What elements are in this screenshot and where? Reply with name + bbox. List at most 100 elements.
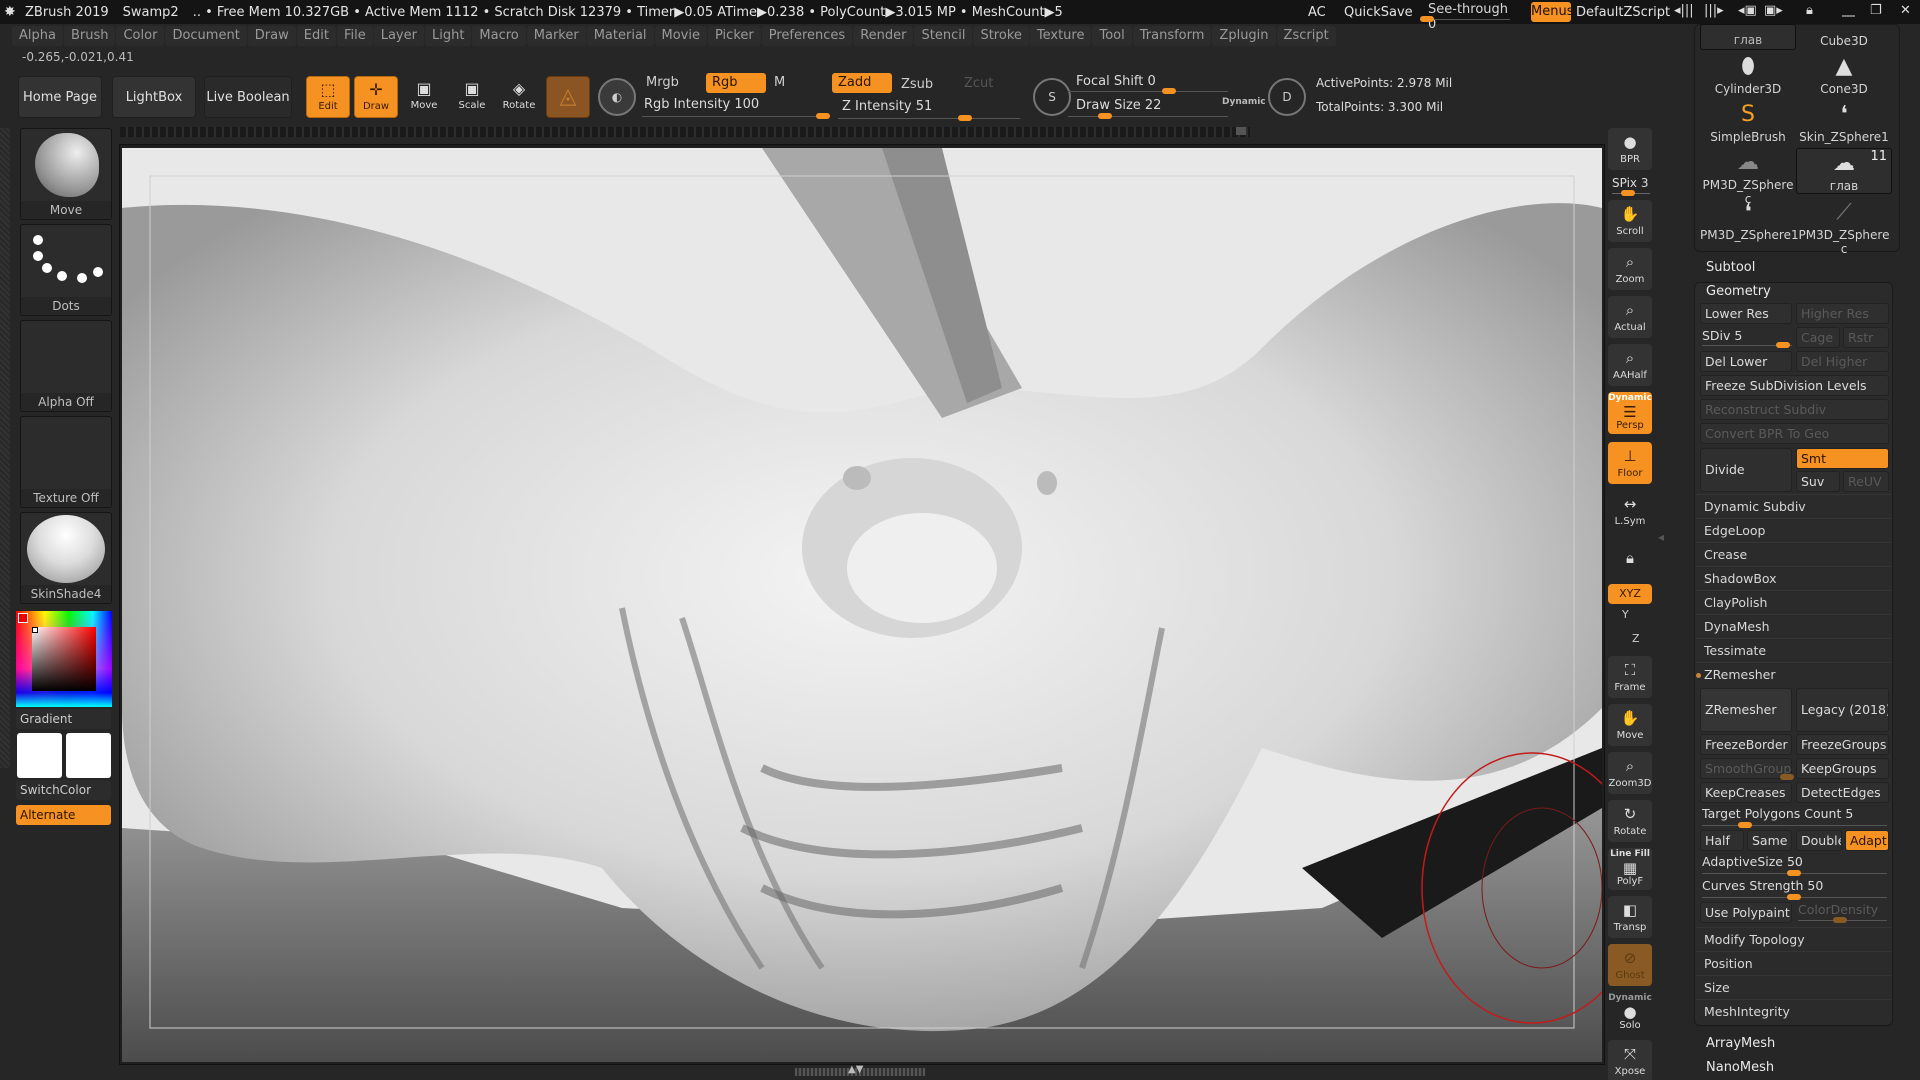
lower-res-button[interactable]: Lower Res [1700, 303, 1792, 324]
menu-stencil[interactable]: Stencil [914, 26, 973, 46]
see-through-knob[interactable] [1420, 16, 1434, 22]
alpha-selector[interactable]: Alpha Off [20, 320, 112, 412]
actual-button[interactable]: ⌕ Actual [1608, 296, 1652, 338]
focal-shift-knob[interactable] [1162, 88, 1176, 94]
suv-toggle[interactable]: Suv [1796, 471, 1840, 492]
solo-button[interactable]: Dynamic ● Solo [1608, 992, 1652, 1034]
canvas-viewport[interactable] [122, 148, 1602, 1062]
menu-marker[interactable]: Marker [526, 26, 586, 46]
freeze-groups-button[interactable]: FreezeGroups [1796, 734, 1889, 755]
frame-button[interactable]: ⛶ Frame [1608, 656, 1652, 698]
smooth-groups-knob[interactable] [1780, 774, 1794, 780]
quicksave-button[interactable]: QuickSave [1344, 0, 1413, 24]
zsub-button[interactable]: Zsub [895, 75, 955, 95]
left-tray-handle[interactable] [0, 128, 10, 768]
menu-macro[interactable]: Macro [472, 26, 526, 46]
keep-groups-button[interactable]: KeepGroups [1796, 758, 1889, 779]
rotate-view-button[interactable]: ↻ Rotate [1608, 800, 1652, 842]
menu-brush[interactable]: Brush [63, 26, 116, 46]
default-zscript-button[interactable]: DefaultZScript [1576, 0, 1670, 24]
tool-item[interactable]: S SimpleBrush [1700, 100, 1796, 146]
menus-toggle-button[interactable]: Menus [1531, 2, 1573, 22]
menu-layer[interactable]: Layer [373, 26, 424, 46]
hue-marker[interactable] [18, 613, 28, 623]
tool-item[interactable]: ⟋ PM3D_ZSphere c [1796, 198, 1892, 256]
target-polygons-track[interactable] [1702, 825, 1887, 826]
tool-item[interactable]: ☁ PM3D_ZSphere c [1700, 148, 1796, 206]
rgb-intensity-track[interactable] [642, 116, 830, 117]
m-button[interactable]: M [768, 73, 828, 93]
rotate-z-button[interactable]: Z [1632, 632, 1640, 645]
smt-toggle[interactable]: Smt [1796, 448, 1889, 469]
freeze-subdiv-button[interactable]: Freeze SubDivision Levels [1700, 375, 1889, 396]
tool-item[interactable]: глав [1700, 24, 1796, 50]
zoom3d-button[interactable]: ⌕ Zoom3D [1608, 752, 1652, 794]
dynamic-subdiv-section[interactable]: Dynamic Subdiv [1696, 494, 1891, 518]
menu-edit[interactable]: Edit [296, 26, 336, 46]
gizmo-toggle-button[interactable]: ◬ [546, 76, 590, 118]
menu-transform[interactable]: Transform [1132, 26, 1212, 46]
same-button[interactable]: Same [1747, 830, 1792, 851]
edgeloop-section[interactable]: EdgeLoop [1696, 518, 1891, 542]
freeze-border-button[interactable]: FreezeBorder [1700, 734, 1792, 755]
ruler-end-handle[interactable] [1236, 127, 1246, 135]
rotate-mode-button[interactable]: ◈ Rotate [497, 76, 541, 118]
reuv-toggle[interactable]: ReUV [1843, 471, 1889, 492]
close-icon[interactable]: ✕ [1900, 3, 1911, 18]
rstr-button[interactable]: Rstr [1843, 327, 1889, 348]
claypolish-section[interactable]: ClayPolish [1696, 590, 1891, 614]
rgb-intensity-knob[interactable] [816, 113, 830, 119]
menu-zscript[interactable]: Zscript [1276, 26, 1336, 46]
divide-button[interactable]: Divide [1700, 448, 1792, 492]
edit-mode-button[interactable]: ⬚ Edit [306, 76, 350, 118]
shelf-left-icon[interactable]: ◂||| [1674, 3, 1694, 18]
shadowbox-section[interactable]: ShadowBox [1696, 566, 1891, 590]
half-button[interactable]: Half [1700, 830, 1744, 851]
modify-topology-section[interactable]: Modify Topology [1696, 927, 1891, 951]
lazy-mouse-d-icon[interactable]: D [1268, 78, 1306, 116]
tray-arrows-icon[interactable]: ▲▼ [848, 1064, 863, 1075]
color-saturation-square[interactable] [32, 627, 96, 691]
lock-transform-button[interactable]: 🔒︎ [1608, 538, 1652, 580]
menu-preferences[interactable]: Preferences [761, 26, 853, 46]
shelf-right-icon[interactable]: |||▸ [1704, 3, 1724, 18]
menu-movie[interactable]: Movie [654, 26, 707, 46]
reconstruct-subdiv-button[interactable]: Reconstruct Subdiv [1700, 399, 1889, 420]
layout-prev-icon[interactable]: ◂▣ [1738, 3, 1757, 18]
tool-item[interactable]: ❛ Skin_ZSphere1 [1796, 100, 1892, 146]
ghost-button[interactable]: ⊘ Ghost [1608, 944, 1652, 986]
menu-light[interactable]: Light [424, 26, 472, 46]
zcut-button[interactable]: Zcut [958, 74, 1008, 94]
zoom-button[interactable]: ⌕ Zoom [1608, 248, 1652, 290]
bpr-button[interactable]: ● BPR [1608, 128, 1652, 170]
geometry-section[interactable]: Geometry [1706, 284, 1771, 299]
lazy-mouse-s-icon[interactable]: S [1033, 78, 1071, 116]
zadd-button[interactable]: Zadd [832, 73, 892, 93]
tool-item[interactable]: ▲ Cone3D [1796, 52, 1892, 98]
menu-zplugin[interactable]: Zplugin [1212, 26, 1276, 46]
keep-creases-button[interactable]: KeepCreases [1700, 782, 1792, 803]
dynamic-size-button[interactable]: Dynamic [1222, 97, 1266, 107]
higher-res-button[interactable]: Higher Res [1796, 303, 1889, 324]
meshintegrity-section[interactable]: MeshIntegrity [1696, 999, 1891, 1023]
draw-size-knob[interactable] [1098, 113, 1112, 119]
live-boolean-button[interactable]: Live Boolean [204, 76, 292, 118]
scroll-button[interactable]: ✋ Scroll [1608, 200, 1652, 242]
xpose-button[interactable]: ⤧ Xpose [1608, 1040, 1652, 1080]
lock-icon[interactable]: 🔒︎ [1806, 3, 1813, 18]
position-section[interactable]: Position [1696, 951, 1891, 975]
curves-strength-knob[interactable] [1787, 894, 1801, 900]
menu-stroke[interactable]: Stroke [973, 26, 1029, 46]
main-color-swatch[interactable] [17, 733, 62, 778]
draw-mode-button[interactable]: ✛ Draw [354, 76, 398, 118]
secondary-color-swatch[interactable] [66, 733, 111, 778]
arraymesh-section[interactable]: ArrayMesh [1706, 1036, 1775, 1051]
double-button[interactable]: Double [1796, 830, 1842, 851]
crease-section[interactable]: Crease [1696, 542, 1891, 566]
rotate-y-button[interactable]: Y [1622, 608, 1629, 621]
tool-item-selected[interactable]: ☁ глав 11 [1796, 148, 1892, 194]
z-intensity-track[interactable] [838, 118, 1020, 119]
tessimate-section[interactable]: Tessimate [1696, 638, 1891, 662]
see-through-slider[interactable]: See-through 0 [1420, 0, 1520, 32]
menu-color[interactable]: Color [116, 26, 165, 46]
